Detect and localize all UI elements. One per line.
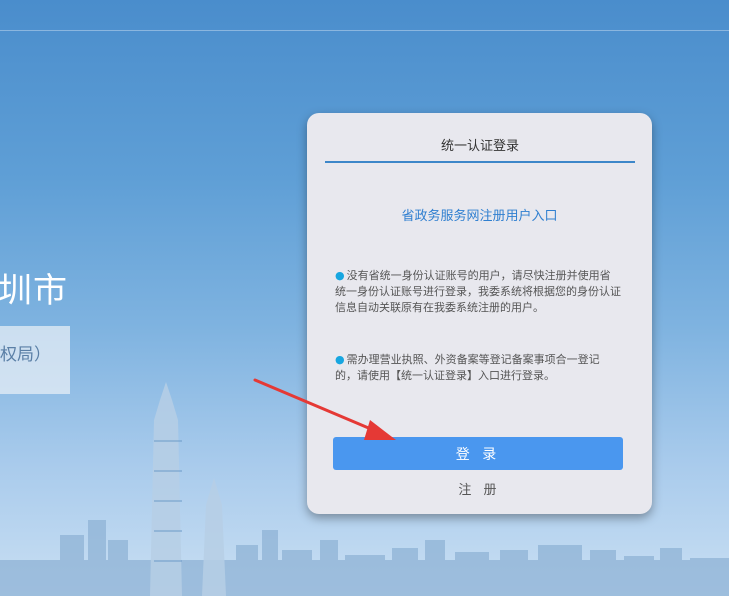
tab-unified-auth-login[interactable]: 统一认证登录: [325, 135, 635, 163]
login-card: 统一认证登录 省政务服务网注册用户入口 ● 没有省统一身份认证账号的用户，请尽快注…: [307, 113, 652, 514]
notice-text-2: ● 需办理营业执照、外资备案等登记备案事项合一登记的，请使用【统一认证登录】入口进…: [335, 352, 621, 384]
provincial-register-link[interactable]: 省政务服务网注册用户入口: [307, 205, 652, 224]
bullet-dot-icon: ●: [335, 269, 345, 282]
bullet-dot-icon: ●: [335, 353, 345, 366]
login-button[interactable]: 登 录: [333, 437, 623, 470]
background-site-subtitle: 权局）: [0, 345, 51, 365]
notice-2-body: 需办理营业执照、外资备案等登记备案事项合一登记的，请使用【统一认证登录】入口进行…: [335, 353, 600, 382]
register-button[interactable]: 注 册: [307, 479, 652, 498]
notice-text-1: ● 没有省统一身份认证账号的用户，请尽快注册并使用省统一身份认证账号进行登录，我委…: [335, 268, 621, 316]
notice-1-body: 没有省统一身份认证账号的用户，请尽快注册并使用省统一身份认证账号进行登录，我委系…: [335, 269, 621, 314]
background-site-title: 圳市: [0, 271, 68, 311]
